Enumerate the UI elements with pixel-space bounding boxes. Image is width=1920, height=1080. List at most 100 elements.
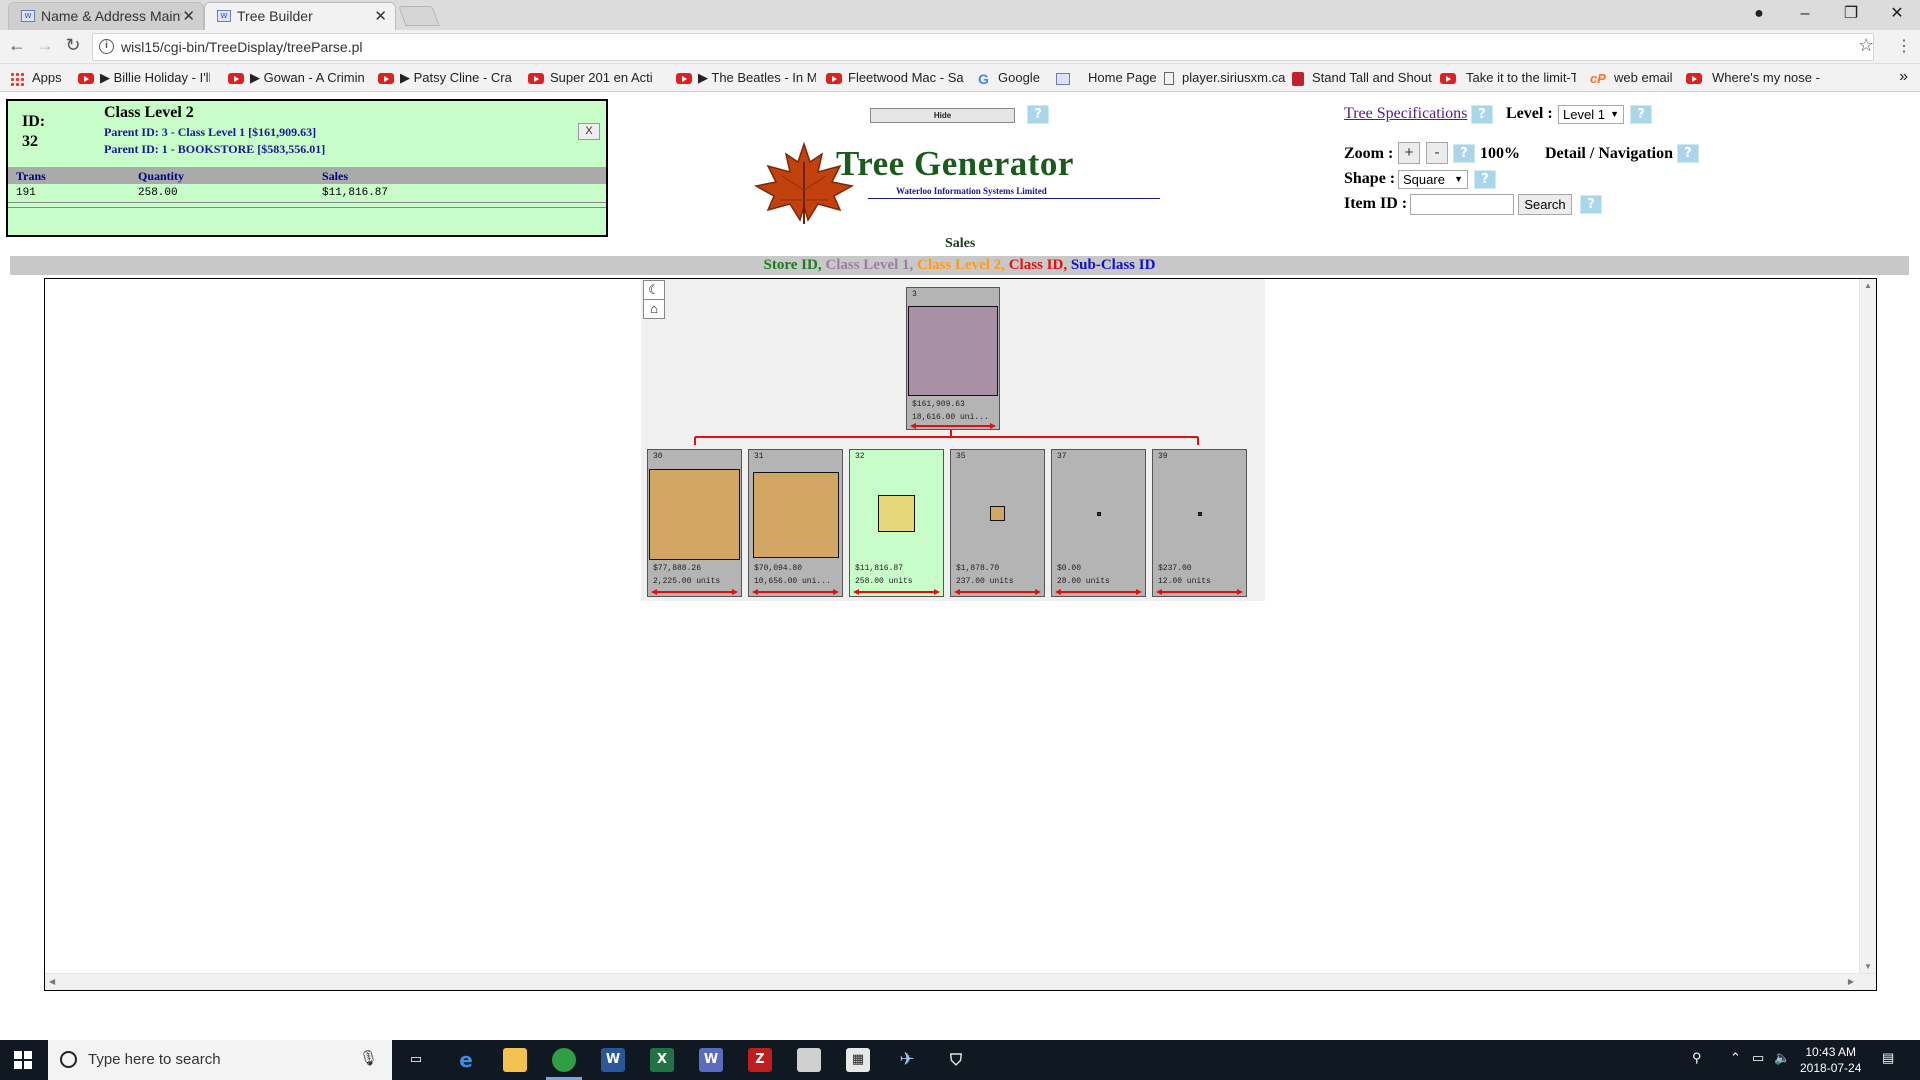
youtube-icon <box>228 73 244 85</box>
bookmark-item[interactable]: Take it to the limit-T <box>1440 70 1576 85</box>
tree-node[interactable]: 35 $1,878.70 237.00 units <box>950 449 1045 597</box>
wisl-icon: W <box>217 10 231 22</box>
node-units: 2,225.00 units <box>653 577 721 586</box>
tree-node-root[interactable]: 3 $161,909.63 18,616.00 uni... <box>906 287 1000 430</box>
expand-arrows-icon[interactable] <box>853 589 940 595</box>
tree-node[interactable]: 30 $77,888.26 2,225.00 units <box>647 449 742 597</box>
bookmark-item[interactable]: Stand Tall and Shout <box>1292 70 1434 86</box>
hide-button[interactable]: Hide <box>870 108 1015 123</box>
expand-arrows-icon[interactable] <box>910 423 996 429</box>
new-tab-button[interactable] <box>398 6 440 26</box>
people-icon[interactable]: ⚲ <box>1692 1050 1702 1066</box>
help-button[interactable]: ? <box>1474 170 1496 189</box>
help-button[interactable]: ? <box>1453 144 1475 163</box>
close-panel-button[interactable]: X <box>578 123 600 140</box>
bookmark-apps[interactable]: Apps <box>10 70 62 86</box>
expand-arrows-icon[interactable] <box>1055 589 1142 595</box>
tab-tree-builder[interactable]: W Tree Builder ✕ <box>204 2 396 30</box>
reload-icon[interactable]: ↻ <box>60 35 86 56</box>
shield-icon[interactable]: ⛉ <box>944 1048 968 1072</box>
close-window-button[interactable]: ✕ <box>1874 2 1920 26</box>
volume-icon[interactable]: 🔈 <box>1774 1050 1790 1066</box>
windows-start-icon[interactable] <box>14 1051 32 1069</box>
scroll-left-icon[interactable]: ◀ <box>49 977 55 986</box>
bookmark-item[interactable]: Super 201 en Acti <box>528 70 668 85</box>
apps-icon <box>10 71 24 86</box>
chevron-up-icon[interactable]: ⌃ <box>1730 1050 1741 1066</box>
bookmark-item[interactable]: G Google <box>978 70 1040 86</box>
col-sales: Sales <box>322 169 349 183</box>
help-button[interactable]: ? <box>1630 105 1652 124</box>
tab-name-address[interactable]: W Name & Address Mainte ✕ <box>8 2 204 30</box>
node-units: 28.00 units <box>1057 577 1110 586</box>
vertical-scrollbar[interactable]: ▲ ▼ <box>1859 279 1876 973</box>
search-button[interactable]: Search <box>1518 194 1572 215</box>
back-icon[interactable]: ← <box>4 35 30 56</box>
taskbar-search[interactable]: Type here to search 🎙 <box>48 1040 392 1080</box>
calculator-icon[interactable]: ▦ <box>846 1048 870 1072</box>
horizontal-scrollbar[interactable]: ◀ ▶ <box>45 973 1876 990</box>
scroll-down-icon[interactable]: ▼ <box>1864 962 1872 971</box>
app-icon[interactable]: ✈ <box>895 1048 919 1072</box>
zoom-label: Zoom : <box>1344 145 1394 162</box>
word-icon[interactable]: W <box>601 1048 625 1072</box>
app-window-icon[interactable] <box>797 1048 821 1072</box>
forward-icon[interactable]: → <box>32 35 58 56</box>
help-button[interactable]: ? <box>1580 195 1602 214</box>
bookmark-item[interactable]: Fleetwood Mac - Sa <box>826 70 964 85</box>
url-field[interactable]: i wisl15/cgi-bin/TreeDisplay/treeParse.p… <box>92 33 1874 61</box>
scroll-right-icon[interactable]: ▶ <box>1848 977 1854 986</box>
excel-icon[interactable]: X <box>650 1048 674 1072</box>
item-id-input[interactable] <box>1410 194 1514 215</box>
tree-node[interactable]: 37 $0.00 28.00 units <box>1051 449 1146 597</box>
info-icon[interactable]: i <box>99 39 114 54</box>
app-icon[interactable]: W <box>699 1048 723 1072</box>
clock[interactable]: 10:43 AM 2018-07-24 <box>1800 1044 1861 1076</box>
bookmark-item[interactable]: ▶ The Beatles - In M <box>676 70 816 86</box>
expand-arrows-icon[interactable] <box>1156 589 1243 595</box>
shape-label: Shape : <box>1344 170 1396 187</box>
bookmark-item[interactable]: Home Page <box>1056 70 1157 85</box>
help-button[interactable]: ? <box>1471 105 1493 124</box>
menu-icon[interactable]: ⋮ <box>1896 36 1912 56</box>
scroll-up-icon[interactable]: ▲ <box>1864 281 1872 290</box>
tree-node-selected[interactable]: 32 $11,816.87 258.00 units <box>849 449 944 597</box>
tree-node[interactable]: 39 $237.00 12.00 units <box>1152 449 1247 597</box>
profile-icon[interactable]: ● <box>1736 2 1782 26</box>
bookmark-item[interactable]: ▶ Billie Holiday - I'll <box>78 70 210 86</box>
edge-icon[interactable]: e <box>454 1048 478 1072</box>
chrome-icon[interactable] <box>552 1048 576 1072</box>
filezilla-icon[interactable]: Z <box>748 1048 772 1072</box>
maximize-button[interactable]: ❐ <box>1828 2 1874 26</box>
node-square <box>908 306 998 396</box>
network-icon[interactable]: ▭ <box>1752 1050 1764 1066</box>
help-button[interactable]: ? <box>1027 105 1049 124</box>
youtube-icon <box>1440 73 1456 85</box>
bookmark-star-icon[interactable]: ☆ <box>1858 35 1874 56</box>
expand-arrows-icon[interactable] <box>651 589 738 595</box>
bookmark-item[interactable]: ▶ Gowan - A Crimin <box>228 70 364 86</box>
notifications-icon[interactable]: ▤ <box>1882 1050 1894 1066</box>
expand-arrows-icon[interactable] <box>954 589 1041 595</box>
level-select[interactable]: Level 1 ▼ <box>1558 105 1624 124</box>
tree-canvas[interactable]: ☾ ⌂ 3 $161,909.63 18,616.00 uni... 30 $7… <box>44 278 1877 991</box>
bookmark-label: Fleetwood Mac - Sa <box>848 70 964 85</box>
tree-specifications-link[interactable]: Tree Specifications <box>1344 105 1467 123</box>
expand-arrows-icon[interactable] <box>752 589 839 595</box>
bookmark-item[interactable]: cP web email <box>1590 70 1673 85</box>
help-button[interactable]: ? <box>1677 144 1699 163</box>
minimize-button[interactable]: – <box>1782 2 1828 26</box>
bookmark-item[interactable]: ▶ Patsy Cline - Craz <box>378 70 512 86</box>
close-icon[interactable]: ✕ <box>182 7 195 25</box>
zoom-out-button[interactable]: - <box>1426 142 1448 164</box>
bookmark-item[interactable]: Where's my nose - Y <box>1686 70 1822 85</box>
shape-select[interactable]: Square ▼ <box>1398 170 1468 189</box>
bookmark-item[interactable]: player.siriusxm.ca <box>1164 70 1285 86</box>
close-icon[interactable]: ✕ <box>374 7 387 25</box>
task-view-icon[interactable]: ▭ <box>404 1048 428 1072</box>
microphone-icon[interactable]: 🎙 <box>359 1049 378 1067</box>
tree-node[interactable]: 31 $70,094.80 10,656.00 uni... <box>748 449 843 597</box>
file-explorer-icon[interactable] <box>503 1048 527 1072</box>
zoom-in-button[interactable]: + <box>1398 142 1420 164</box>
more-bookmarks-icon[interactable]: » <box>1899 68 1908 86</box>
